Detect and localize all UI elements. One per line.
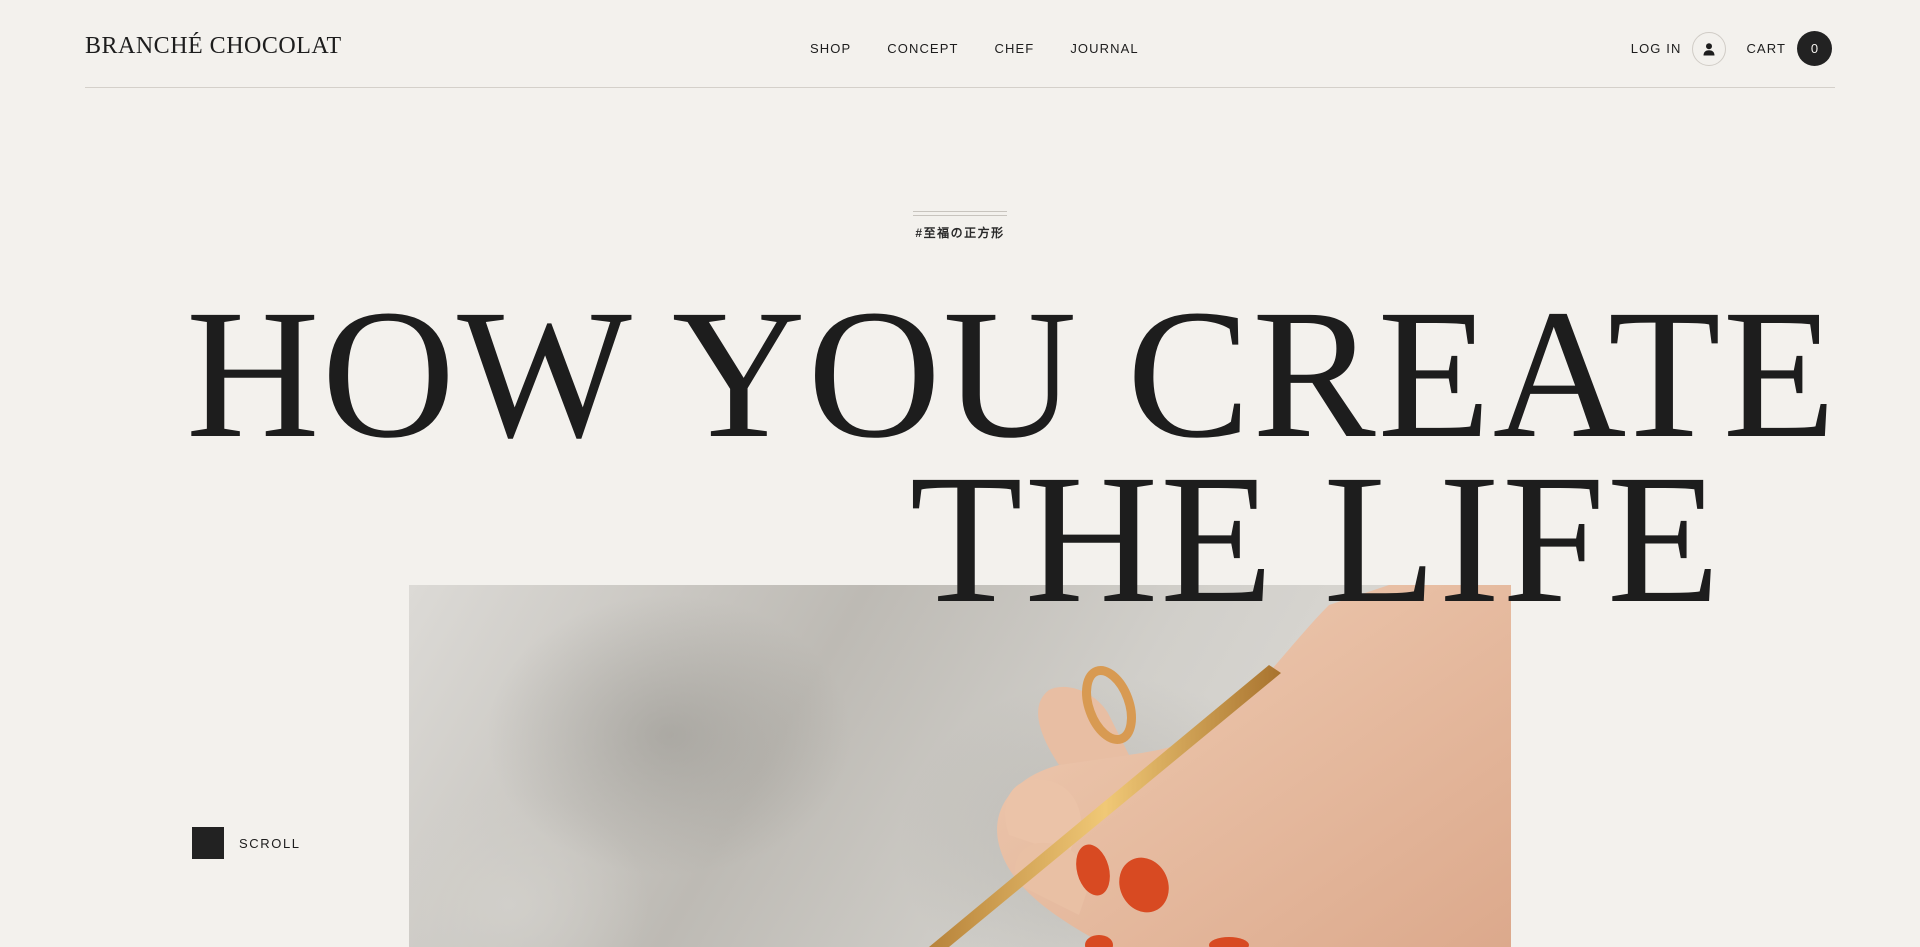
user-icon [1703, 42, 1715, 55]
cart-link[interactable]: CART [1746, 42, 1786, 55]
cart-count-badge[interactable]: 0 [1797, 31, 1832, 66]
hero-headline-line-2: THE LIFE [909, 437, 1722, 642]
nav-item-shop[interactable]: SHOP [810, 42, 851, 55]
site-logo[interactable]: BRANCHÉ CHOCOLAT [85, 34, 342, 58]
site-header: BRANCHÉ CHOCOLAT SHOP CONCEPT CHEF JOURN… [85, 0, 1835, 88]
login-button[interactable] [1692, 31, 1727, 66]
account-cart-area: LOG IN CART 0 [1631, 31, 1832, 66]
scroll-square-icon [192, 827, 224, 859]
scroll-indicator[interactable]: SCROLL [192, 827, 301, 859]
nav-item-journal[interactable]: JOURNAL [1070, 42, 1138, 55]
main-nav: SHOP CONCEPT CHEF JOURNAL [810, 42, 1175, 55]
nav-item-concept[interactable]: CONCEPT [887, 42, 958, 55]
login-link[interactable]: LOG IN [1631, 42, 1682, 55]
scroll-label: SCROLL [239, 835, 301, 851]
nav-item-chef[interactable]: CHEF [995, 42, 1035, 55]
hero-tagline-block: #至福の正方形 [913, 211, 1007, 241]
hero-tagline: #至福の正方形 [915, 226, 1005, 240]
tagline-divider [913, 211, 1007, 216]
